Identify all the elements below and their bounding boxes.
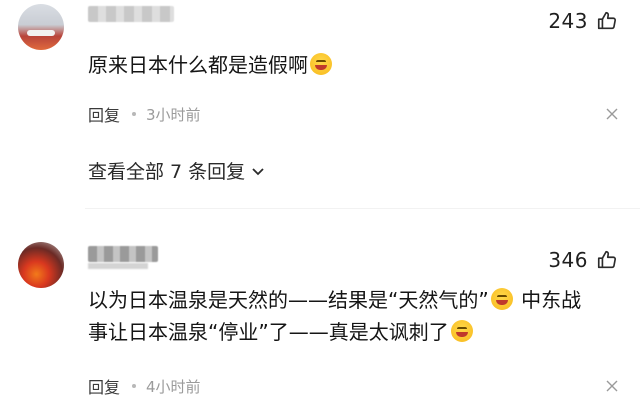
- comment-meta: 回复 4小时前: [88, 374, 618, 398]
- comment-text: 原来日本什么都是造假啊: [88, 49, 618, 81]
- comment-body-part2: 中东战: [514, 288, 582, 312]
- comment-item: 346 以为日本温泉是天然的——结果是“天然气的” 中东战 事让日本温泉“停业”…: [0, 232, 640, 416]
- avatar[interactable]: [18, 4, 64, 50]
- separator-dot: [132, 384, 137, 388]
- like-button[interactable]: 346: [548, 248, 618, 272]
- avatar[interactable]: [18, 242, 64, 288]
- comment-body: 原来日本什么都是造假啊: [88, 53, 308, 77]
- close-icon[interactable]: [606, 108, 618, 120]
- divider: [85, 208, 640, 209]
- comment-body-part3: 事让日本温泉“停业”了——真是太讽刺了: [88, 320, 449, 344]
- timestamp: 4小时前: [146, 377, 201, 396]
- comment-text: 以为日本温泉是天然的——结果是“天然气的” 中东战 事让日本温泉“停业”了——真…: [88, 284, 618, 348]
- laughing-crying-emoji: [450, 320, 473, 342]
- comment-body-part1: 以为日本温泉是天然的——结果是“天然气的”: [88, 288, 489, 312]
- close-icon[interactable]: [606, 380, 618, 392]
- username-blurred[interactable]: [88, 6, 174, 22]
- reply-button[interactable]: 回复: [88, 102, 120, 126]
- like-button[interactable]: 243: [548, 9, 618, 33]
- timestamp: 3小时前: [146, 105, 201, 124]
- view-all-replies-button[interactable]: 查看全部 7 条回复: [88, 157, 265, 184]
- comment-meta: 回复 3小时前: [88, 102, 618, 126]
- chevron-down-icon: [252, 167, 264, 175]
- username-blurred[interactable]: [88, 246, 158, 262]
- thumbs-up-icon[interactable]: [596, 10, 618, 32]
- laughing-crying-emoji: [310, 53, 332, 75]
- reply-button[interactable]: 回复: [88, 374, 120, 398]
- separator-dot: [132, 112, 137, 116]
- view-all-replies-label: 查看全部 7 条回复: [88, 161, 246, 183]
- like-count: 243: [548, 9, 588, 33]
- comment-item: 243 原来日本什么都是造假啊 回复 3小时前 查看全部 7 条回复: [0, 0, 640, 205]
- grinning-emoji: [490, 288, 513, 310]
- thumbs-up-icon[interactable]: [596, 249, 618, 271]
- username-blurred-tail: [88, 263, 148, 269]
- like-count: 346: [548, 248, 588, 272]
